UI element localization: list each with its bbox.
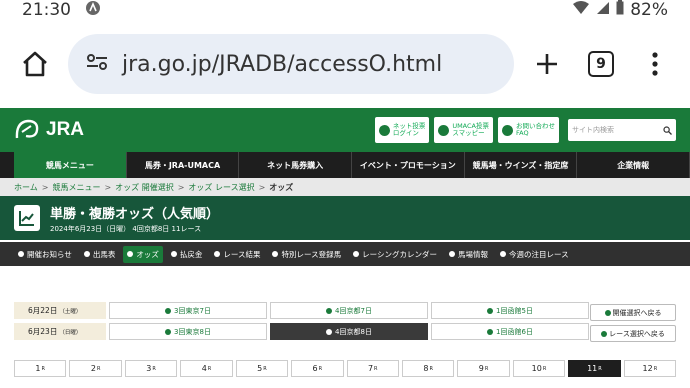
net-vote-login-button[interactable]: ネット投票 ログイン [374,117,430,143]
race-tab[interactable]: 6R [291,360,344,377]
back-buttons: 開催選択へ戻る レース選択へ戻る [590,304,676,346]
breadcrumb-home[interactable]: ホーム [14,182,38,193]
breadcrumb-keiba-menu[interactable]: 競馬メニュー [52,182,100,193]
subnav-calendar[interactable]: レーシングカレンダー [349,246,441,263]
net-vote-login-label: ネット投票 ログイン [392,122,426,137]
gnav-baken-umaca[interactable]: 馬券・JRA-UMACA [127,152,240,178]
breadcrumb-sep: > [104,182,112,192]
meeting-cell[interactable]: 1回函館6日 [431,323,589,340]
race-tab[interactable]: 7R [346,360,399,377]
breadcrumb-current: オッズ [269,182,294,192]
breadcrumb: ホーム > 競馬メニュー > オッズ 開催選択 > オッズ レース選択 > オッ… [0,178,690,196]
meeting-cell[interactable]: 3回東京7日 [109,302,267,319]
umaca-smappy-label: UMACA投票 スマッピー [452,122,489,137]
battery-percent: 82% [630,0,668,20]
new-tab-button[interactable] [526,43,568,85]
subnav-featured-race[interactable]: 今週の注目レース [496,246,573,263]
search-placeholder: サイト内検索 [572,126,614,134]
subnav-track-info[interactable]: 馬場情報 [445,246,492,263]
page-title: 単勝・複勝オッズ（人気順） [50,206,220,222]
page-subtitle: 2024年6月23日（日曜） 4回京都8日 11レース [50,224,202,233]
wifi-icon [572,0,590,20]
gnav-corporate[interactable]: 企業情報 [577,152,690,178]
date-label: 6月23日 （日曜） [14,323,106,340]
back-to-race-button[interactable]: レース選択へ戻る [590,325,676,342]
site-header: JRA ネット投票 ログイン UMACA投票 スマッピー お問い合わせ FAQ … [0,108,690,152]
umaca-smappy-button[interactable]: UMACA投票 スマッピー [434,117,493,143]
subnav-notice[interactable]: 開催お知らせ [14,246,76,263]
gnav-racecourse-wins[interactable]: 競馬場・ウインズ・指定席 [465,152,578,178]
question-icon [502,124,513,136]
race-tab-selected[interactable]: 11 R [568,360,621,377]
search-icon [663,125,672,135]
jra-logo[interactable]: JRA [14,118,84,142]
status-time: 21:30 [22,0,71,20]
date-row: 6月23日 （日曜） 3回東京8日 4回京都8日 1回函館6日 [14,323,676,340]
chart-icon [14,205,40,231]
browser-toolbar: jra.go.jp/JRADB/accessO.html 9 [0,20,690,108]
status-bar: 21:30 82% [0,0,690,20]
jra-logo-icon [15,119,39,139]
subnav-payout[interactable]: 払戻金 [167,246,207,263]
gnav-keiba-menu[interactable]: 競馬メニュー [14,152,127,178]
breadcrumb-odds-race[interactable]: オッズ レース選択 [188,182,254,193]
race-tabs: 1R 2R 3R 4R 5R 6R 7R 8R 9R 10 R 11 R 12 R [14,360,677,377]
subnav-special-entries[interactable]: 特別レース登録馬 [268,246,345,263]
subnav-results[interactable]: レース結果 [210,246,264,263]
race-tab[interactable]: 3R [124,360,178,377]
meeting-cell[interactable]: 3回東京8日 [109,323,267,340]
race-tab[interactable]: 1R [14,360,67,377]
date-label: 6月22日 （土曜） [14,302,106,319]
home-icon [23,51,47,77]
site-search-input[interactable]: サイト内検索 [568,119,676,141]
menu-button[interactable] [634,43,676,85]
plus-icon [537,54,557,74]
subnav-entries[interactable]: 出馬表 [80,246,120,263]
race-tab[interactable]: 4R [180,360,233,377]
site-settings-icon[interactable] [86,52,108,77]
race-tab[interactable]: 8R [401,360,455,377]
back-to-meeting-button[interactable]: 開催選択へ戻る [590,304,676,321]
meeting-selector: 6月22日 （土曜） 3回東京7日 4回京都7日 1回函館5日 6月23日 （日曜）… [14,302,676,344]
breadcrumb-odds-kaisai[interactable]: オッズ 開催選択 [115,182,174,193]
race-tab[interactable]: 10 R [512,360,566,377]
page-title-bar: 単勝・複勝オッズ（人気順） 2024年6月23日（日曜） 4回京都8日 11レー… [0,196,690,240]
race-tab[interactable]: 2R [69,360,122,377]
address-bar[interactable]: jra.go.jp/JRADB/accessO.html [68,34,514,94]
notification-icon [85,0,101,21]
date-row: 6月22日 （土曜） 3回東京7日 4回京都7日 1回函館5日 [14,302,676,319]
more-vert-icon [652,52,658,76]
race-tab[interactable]: 5R [235,360,289,377]
logo-text: JRA [46,119,85,140]
breadcrumb-sep: > [258,182,266,192]
battery-icon [616,0,624,20]
gnav-event-promotion[interactable]: イベント・プロモーション [352,152,465,178]
faq-button[interactable]: お問い合わせ FAQ [498,117,559,143]
meeting-cell[interactable]: 1回函館5日 [431,302,589,319]
signal-icon [596,0,610,20]
subnav-odds[interactable]: オッズ [123,245,163,263]
tab-switcher-button[interactable]: 9 [580,43,622,85]
tab-count: 9 [588,51,614,77]
meeting-cell[interactable]: 4回京都7日 [270,302,428,319]
breadcrumb-sep: > [177,182,185,192]
phone-icon [438,124,450,136]
home-button[interactable] [14,43,56,85]
sub-nav: 開催お知らせ 出馬表 オッズ 払戻金 レース結果 特別レース登録馬 レーシングカ… [0,242,690,266]
race-tab[interactable]: 9R [457,360,510,377]
faq-label: お問い合わせ FAQ [516,122,555,137]
race-tab[interactable]: 12 R [623,360,677,377]
global-nav: 競馬メニュー 馬券・JRA-UMACA ネット馬券購入 イベント・プロモーション… [0,152,690,178]
gnav-net-baken[interactable]: ネット馬券購入 [239,152,353,178]
lock-icon [378,124,390,136]
meeting-cell-selected[interactable]: 4回京都8日 [270,323,428,340]
url-text[interactable]: jra.go.jp/JRADB/accessO.html [122,52,442,77]
breadcrumb-sep: > [41,182,49,192]
